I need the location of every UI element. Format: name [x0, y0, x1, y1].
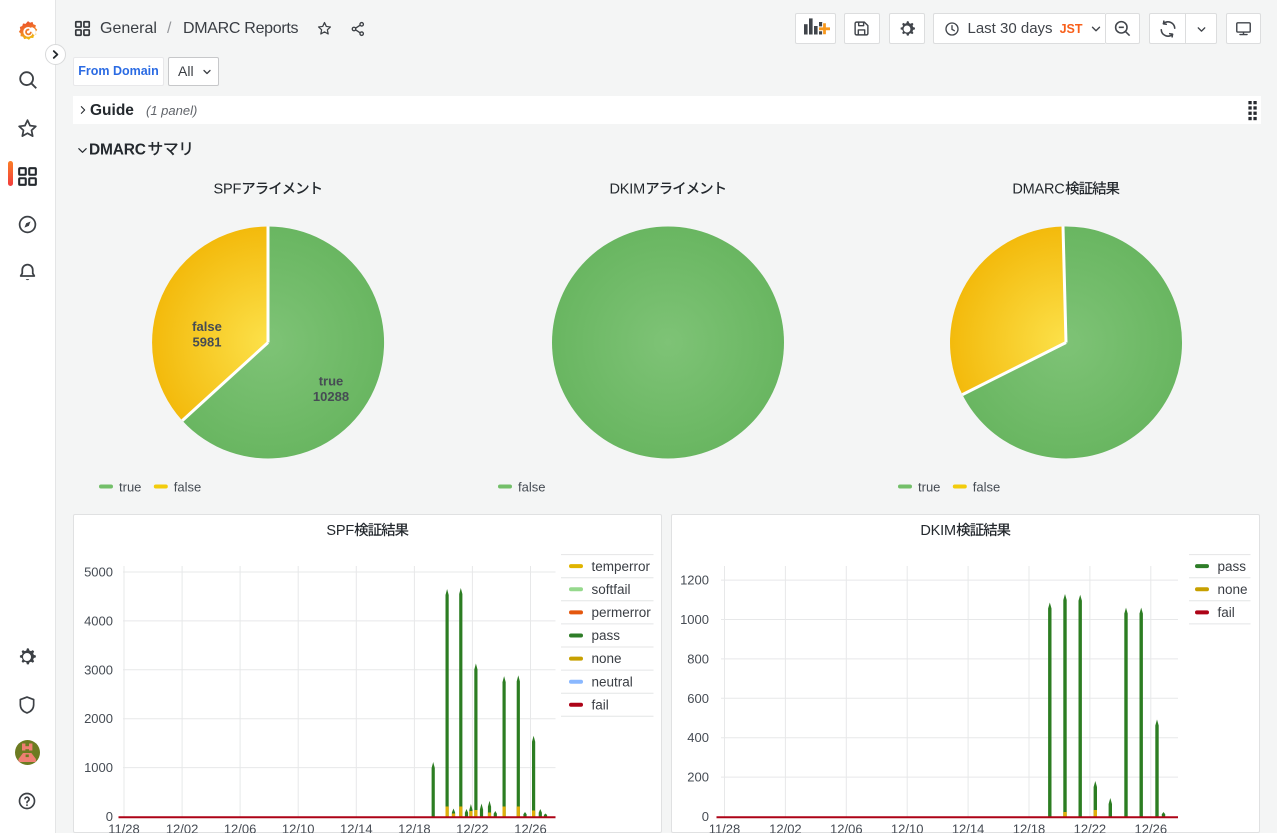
svg-text:true: true [918, 480, 940, 495]
svg-text:DMARC: DMARC [89, 142, 146, 159]
svg-text:false: false [192, 319, 222, 334]
svg-text:false: false [973, 480, 1000, 495]
svg-text:false: false [518, 480, 545, 495]
svg-text:false: false [174, 480, 201, 495]
svg-text:DMARC: DMARC [1012, 182, 1064, 198]
svg-text:5981: 5981 [193, 335, 222, 350]
svg-text:DKIM: DKIM [610, 182, 645, 198]
svg-text:SPF: SPF [214, 182, 242, 198]
svg-text:true: true [319, 374, 344, 389]
svg-text:10288: 10288 [313, 389, 349, 404]
svg-text:true: true [119, 480, 141, 495]
